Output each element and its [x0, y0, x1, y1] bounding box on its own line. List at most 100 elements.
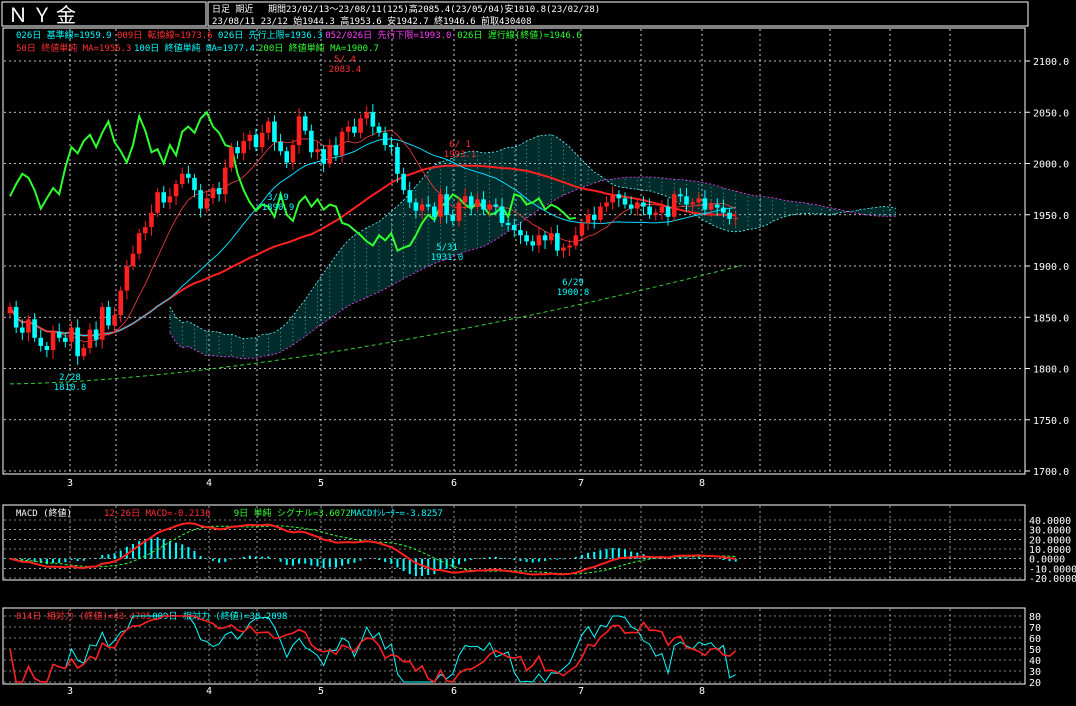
candle-body — [468, 196, 474, 207]
candle-body — [678, 194, 683, 197]
candle-body — [444, 194, 449, 215]
candle-body — [481, 199, 486, 210]
candle-body — [235, 147, 240, 154]
y-tick-label: 1700.0 — [1033, 467, 1069, 478]
candle-body — [7, 307, 13, 314]
candle-body — [284, 151, 290, 163]
candle-body — [518, 230, 523, 236]
candle-body — [425, 204, 431, 207]
macd-series — [9, 522, 737, 577]
rsi-x-tick-label: 6 — [451, 686, 457, 697]
rsi-y-label: 20 — [1029, 678, 1041, 689]
candle-body — [229, 147, 234, 168]
candle-body — [253, 134, 259, 148]
candle-body — [290, 145, 296, 163]
candle-body — [389, 145, 394, 148]
candle-body — [296, 116, 302, 146]
candle-body — [635, 202, 640, 209]
y-tick-label: 1850.0 — [1033, 313, 1069, 324]
candle-body — [210, 188, 216, 199]
annotation-value: 1890.9 — [262, 203, 295, 213]
macd-legend-item: 12-26日 MACD=-0.2136 — [104, 508, 211, 519]
main-y-axis: 2100.0 2050.0 2000.0 1950.0 1900.0 1850.0 1800… — [1025, 57, 1069, 478]
rsi-x-tick-label: 3 — [67, 686, 73, 697]
y-tick-label: 2100.0 — [1033, 57, 1069, 68]
main-frame — [2, 27, 1026, 475]
candle-body — [38, 337, 44, 346]
candle-body — [155, 192, 160, 213]
main-grid — [4, 29, 1024, 473]
candle-body — [87, 329, 93, 348]
macd-legend: MACD (終値) 12-26日 MACD=-0.2136 9日 単純 シグナル=3… — [16, 507, 443, 519]
rsi14-line — [9, 615, 737, 684]
annotation-value: 1931.0 — [431, 253, 464, 263]
macd-signal-line — [9, 525, 736, 575]
candle-body — [333, 145, 339, 156]
candle-body — [438, 194, 443, 217]
macd-y-label: -20.0000 — [1029, 574, 1076, 585]
indicator-legend-row1: 026日 基準線=1959.9 009日 転換線=1973.6 026日 先行上限=… — [16, 29, 582, 41]
candle-body — [653, 212, 659, 215]
candle-body — [149, 212, 154, 228]
legend-item: 026日 基準線=1959.9 — [16, 29, 112, 41]
rsi-y-axis: 80706050403020 — [1029, 612, 1041, 689]
rsi-y-label: 80 — [1029, 612, 1041, 623]
candle-body — [604, 202, 609, 207]
rsi-y-label: 40 — [1029, 656, 1041, 667]
candle-body — [413, 202, 419, 211]
rsi-x-tick-label: 7 — [578, 686, 584, 697]
candle-body — [179, 173, 185, 184]
annotation-value: 2083.4 — [329, 65, 362, 75]
candle-body — [524, 235, 529, 242]
candle-body — [727, 212, 732, 219]
candle-body — [708, 204, 714, 210]
legend-item: 200日 終値単純 MA=1900.7 — [258, 42, 379, 54]
y-tick-label: 1800.0 — [1033, 365, 1069, 376]
candle-body — [376, 126, 382, 133]
candle-body — [641, 202, 646, 207]
x-tick-label: 7 — [578, 478, 584, 489]
chart-mode: 日足 期近 — [212, 3, 253, 15]
candle-body — [222, 167, 228, 195]
candle-body — [118, 290, 123, 316]
candle-body — [622, 198, 628, 205]
legend-item: 052/026日 先行下限=1993.0 — [325, 29, 451, 41]
candle-body — [382, 132, 388, 146]
annotation-date: 6/ 1 — [449, 140, 471, 150]
legend-item: 009日 転換線=1973.6 — [117, 29, 213, 41]
annotation-date: 3/19 — [267, 193, 289, 203]
candle-body — [50, 331, 56, 351]
candle-body — [567, 245, 572, 248]
candle-body — [628, 204, 634, 209]
candle-body — [56, 331, 62, 338]
y-tick-label: 1750.0 — [1033, 416, 1069, 427]
candle-body — [542, 235, 548, 241]
candle-body — [32, 319, 37, 338]
candle-body — [259, 132, 265, 148]
x-tick-label: 3 — [67, 478, 73, 489]
candle-body — [432, 206, 437, 217]
candle-body — [327, 145, 333, 164]
annotation-date: 5/31 — [436, 243, 458, 253]
candle-body — [266, 121, 271, 133]
candle-body — [309, 130, 314, 153]
candle-body — [136, 233, 142, 254]
candle-body — [684, 196, 689, 205]
candle-body — [555, 233, 560, 251]
candle-body — [702, 198, 708, 210]
annotation-date: 6/29 — [562, 278, 584, 288]
candle-body — [370, 112, 376, 127]
candle-body — [450, 214, 456, 221]
candle-body — [598, 206, 603, 220]
candle-body — [512, 225, 517, 231]
candle-body — [579, 222, 585, 236]
rsi-x-tick-label: 8 — [699, 686, 705, 697]
candle-body — [198, 190, 203, 209]
candle-body — [733, 217, 738, 219]
candle-body — [302, 116, 308, 131]
candle-body — [647, 206, 652, 215]
indicator-legend-row2: 50日 終値単純 MA=1956.3 100日 終値単純 MA=1977.4 200… — [16, 42, 379, 54]
candle-body — [321, 149, 326, 164]
main-x-axis: 3 4 5 6 7 8 — [67, 478, 705, 489]
candle-body — [364, 112, 369, 119]
